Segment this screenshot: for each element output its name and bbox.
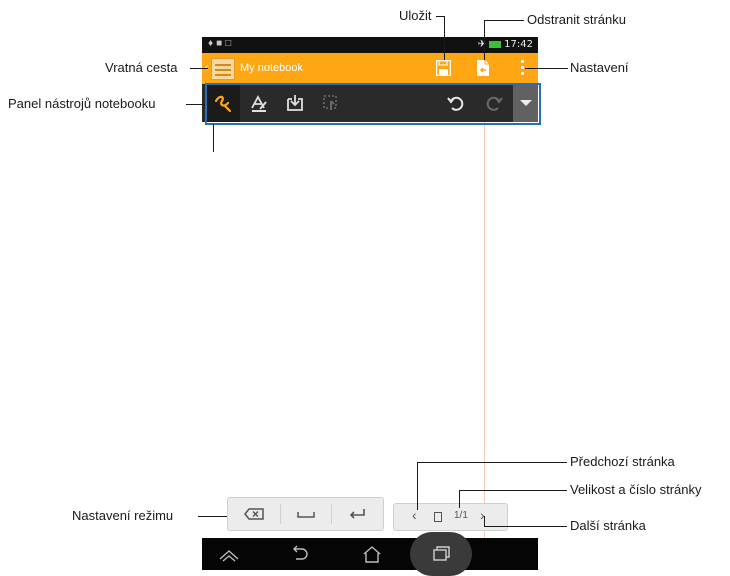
enter-icon [349, 509, 365, 519]
back-nav-icon[interactable] [217, 544, 241, 564]
callout-toolbar: Panel nástrojů notebooku [8, 96, 156, 111]
notebook-icon[interactable] [211, 58, 235, 80]
mode-settings-bar [227, 497, 384, 531]
enter-button[interactable] [331, 498, 382, 530]
space-button[interactable] [280, 498, 331, 530]
app-bar: ‹ My notebook [202, 53, 538, 84]
overflow-menu-icon[interactable] [521, 60, 525, 78]
toolbar-highlight [205, 83, 541, 125]
page-margin-line [484, 122, 485, 538]
callout-back: Vratná cesta [105, 60, 178, 75]
callout-next-page: Další stránka [570, 518, 646, 533]
home-icon[interactable] [360, 544, 384, 564]
save-icon[interactable] [436, 60, 451, 76]
space-icon [296, 512, 315, 518]
recent-apps-icon[interactable] [429, 544, 453, 564]
callout-prev-page: Předchozí stránka [570, 454, 675, 469]
status-time: 17:42 [504, 39, 533, 50]
callout-delete-page: Odstranit stránku [527, 12, 626, 27]
backspace-button[interactable] [228, 498, 279, 530]
callout-settings: Nastavení [570, 60, 629, 75]
status-right: ✈ 17:42 [478, 39, 533, 50]
prev-page-icon[interactable]: ‹ [412, 507, 417, 523]
notebook-title: My notebook [240, 62, 303, 74]
callout-page-size-number: Velikost a číslo stránky [570, 482, 702, 497]
system-nav-bar [202, 532, 538, 576]
page-indicator: 1/1 [454, 510, 468, 521]
battery-icon [489, 40, 502, 48]
delete-page-icon[interactable] [476, 59, 490, 77]
backspace-icon [243, 508, 264, 520]
note-canvas[interactable] [202, 122, 538, 538]
notification-icons: ♦■□ [208, 38, 235, 49]
back-icon[interactable] [288, 544, 312, 564]
callout-mode-settings: Nastavení režimu [72, 508, 174, 523]
status-bar: ♦■□ ✈ 17:42 [202, 37, 538, 53]
page-size-icon[interactable] [434, 512, 442, 522]
callout-save: Uložit [399, 8, 432, 23]
